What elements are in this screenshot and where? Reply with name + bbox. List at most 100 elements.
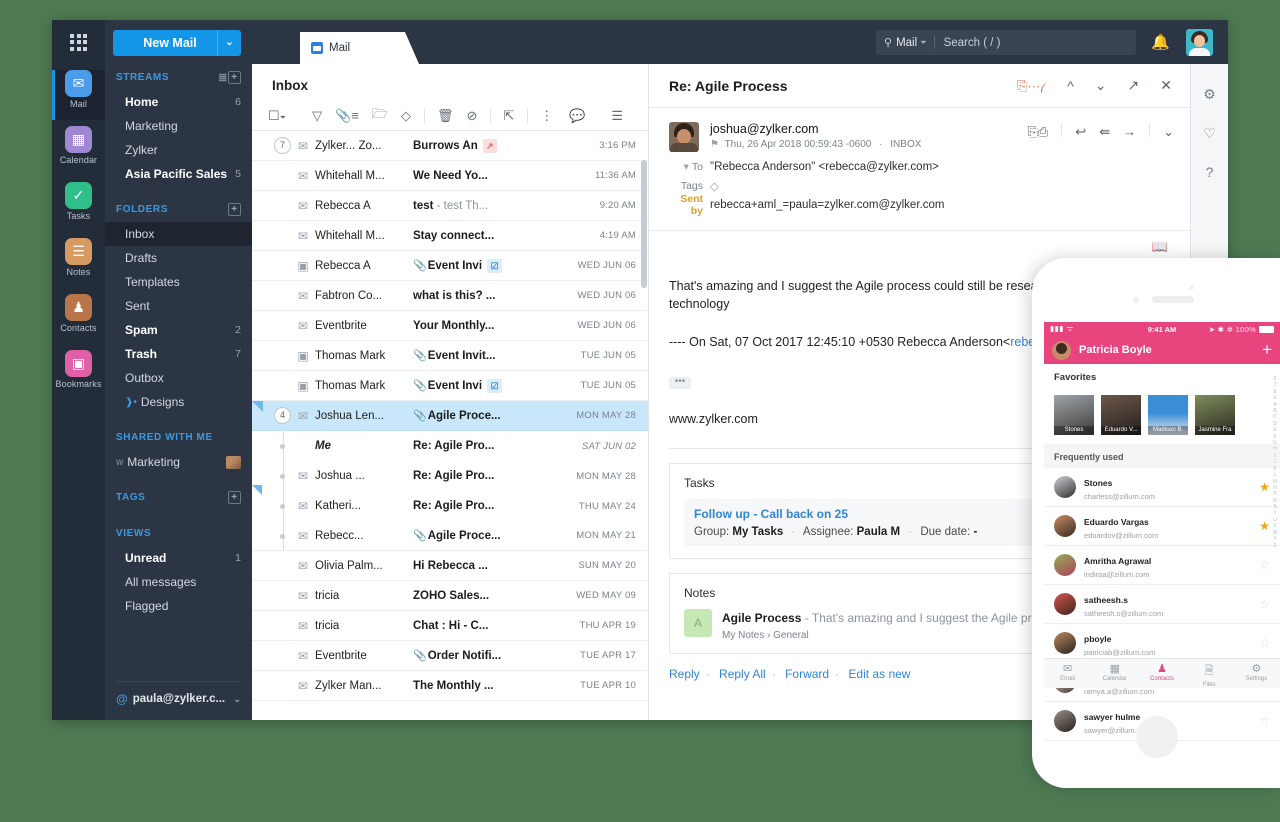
chevron-down-icon[interactable]: ⌄ bbox=[233, 694, 241, 705]
table-row[interactable]: ✉ tricia ZOHO Sales... WED MAY 09 bbox=[252, 581, 648, 611]
sidebar-item-all-messages[interactable]: All messages bbox=[105, 570, 252, 594]
forward-button[interactable]: Forward bbox=[785, 667, 829, 681]
sidebar-item-sent[interactable]: Sent bbox=[105, 294, 252, 318]
rail-item-contacts[interactable]: ♟ Contacts bbox=[52, 294, 105, 344]
favorite-contact[interactable]: Madison B. bbox=[1148, 395, 1188, 435]
table-row[interactable]: ✉ tricia Chat : Hi - C... THU APR 19 bbox=[252, 611, 648, 641]
table-row[interactable]: ▣ Rebecca A 📎Event Invi ☑ WED JUN 06 bbox=[252, 251, 648, 281]
reply-all-button[interactable]: Reply All bbox=[719, 667, 766, 681]
sidebar-item-marketing[interactable]: Marketing bbox=[105, 114, 252, 138]
phone-tab-email[interactable]: ✉ Email bbox=[1044, 659, 1091, 688]
new-mail-button[interactable]: New Mail ⌄ bbox=[113, 30, 241, 56]
chevron-down-icon[interactable]: ⌄ bbox=[217, 30, 241, 56]
add-contact-button[interactable]: + bbox=[1262, 340, 1272, 360]
favorite-contact[interactable]: Jasmine Fra bbox=[1195, 395, 1235, 435]
table-row[interactable]: ✉ Whitehall M... We Need Yo... 11:36 AM bbox=[252, 161, 648, 191]
star-icon[interactable]: ☆ bbox=[1259, 714, 1270, 728]
block-icon[interactable]: ⊘ bbox=[466, 108, 477, 124]
chevron-down-icon[interactable]: ▾ bbox=[684, 161, 689, 173]
table-row[interactable]: ✉ Olivia Palm... Hi Rebecca ... SUN MAY … bbox=[252, 551, 648, 581]
star-icon[interactable]: ☆ bbox=[1259, 597, 1270, 611]
add-stream-button[interactable]: + bbox=[228, 70, 241, 84]
phone-tab-contacts[interactable]: ♟ Contacts bbox=[1138, 659, 1185, 688]
sidebar-item-unread[interactable]: Unread 1 bbox=[105, 546, 252, 570]
apps-grid-icon[interactable] bbox=[52, 20, 105, 64]
table-row[interactable]: ✉ Rebecca A test - test Th... 9:20 AM bbox=[252, 191, 648, 221]
archive-icon[interactable]: ⇱ bbox=[503, 108, 514, 124]
add-tag-button[interactable]: + bbox=[228, 490, 241, 504]
reading-mode-icon[interactable]: 📖 bbox=[649, 231, 1190, 259]
delete-icon[interactable]: 🗑 bbox=[437, 108, 454, 124]
avatar[interactable] bbox=[1052, 340, 1071, 360]
list-item[interactable]: Stones charless@zillum.com ★ bbox=[1044, 468, 1280, 507]
sidebar-item-spam[interactable]: Spam 2 bbox=[105, 318, 252, 342]
tag-icon[interactable]: ◇ bbox=[710, 179, 719, 193]
favorite-contact[interactable]: Eduardo V... bbox=[1101, 395, 1141, 435]
table-row[interactable]: ✉ Eventbrite Your Monthly... WED JUN 06 bbox=[252, 311, 648, 341]
add-contact-icon[interactable]: ⎘⎙ bbox=[1027, 124, 1048, 140]
star-icon[interactable]: ☆ bbox=[1259, 636, 1270, 650]
sidebar-item-templates[interactable]: Templates bbox=[105, 270, 252, 294]
next-icon[interactable]: ⌄ bbox=[1095, 77, 1107, 94]
rail-item-bookmarks[interactable]: ▣ Bookmarks bbox=[52, 350, 105, 400]
rail-item-mail[interactable]: ✉ Mail bbox=[52, 70, 105, 120]
flag-icon[interactable]: ⚑ bbox=[710, 139, 719, 150]
alphabet-index[interactable]: 6789ABCDEFGHIJKLMNPRSTUVWYZ bbox=[1271, 376, 1279, 549]
move-to-folder-icon[interactable]: 🗁 bbox=[372, 105, 388, 127]
add-folder-button[interactable]: + bbox=[228, 202, 241, 216]
sidebar-item-home[interactable]: Home 6 bbox=[105, 90, 252, 114]
previous-icon[interactable]: ^ bbox=[1067, 78, 1074, 94]
account-switcher[interactable]: @ paula@zylker.c... ⌄ bbox=[116, 681, 241, 706]
table-row[interactable]: 7 ✉ Zylker... Zo... Burrows An ↗ 3:16 PM bbox=[252, 131, 648, 161]
sidebar-item-asia-pacific-sales[interactable]: Asia Pacific Sales 5 bbox=[105, 162, 252, 186]
table-row[interactable]: ✉ Whitehall M... Stay connect... 4:19 AM bbox=[252, 221, 648, 251]
chevron-down-icon[interactable]: ⌄ bbox=[1163, 124, 1174, 140]
table-row-selected[interactable]: 4 ✉ Joshua Len... 📎Agile Proce... MON MA… bbox=[252, 401, 648, 431]
sidebar-item-inbox[interactable]: Inbox bbox=[105, 222, 252, 246]
table-row[interactable]: Me Re: Agile Pro... SAT JUN 02 bbox=[252, 431, 648, 461]
table-row[interactable]: ▣ Thomas Mark 📎Event Invi ☑ TUE JUN 05 bbox=[252, 371, 648, 401]
attachment-sort-icon[interactable]: 📎≡ bbox=[335, 108, 359, 124]
business-card-icon[interactable]: ⎘⋯⎛ bbox=[1017, 78, 1046, 94]
table-row[interactable]: ▣ Thomas Mark 📎Event Invit... TUE JUN 05 bbox=[252, 341, 648, 371]
edit-as-new-button[interactable]: Edit as new bbox=[848, 667, 910, 681]
popout-icon[interactable]: ↗ bbox=[1128, 77, 1140, 94]
home-button[interactable] bbox=[1136, 716, 1178, 758]
forward-icon[interactable]: → bbox=[1123, 124, 1136, 140]
help-icon[interactable]: ? bbox=[1191, 164, 1228, 180]
sidebar-item-flagged[interactable]: Flagged bbox=[105, 594, 252, 618]
phone-tab-settings[interactable]: ⚙ Settings bbox=[1233, 659, 1280, 688]
sidebar-item-trash[interactable]: Trash 7 bbox=[105, 342, 252, 366]
more-options-icon[interactable]: ⋮ bbox=[540, 108, 553, 124]
list-item[interactable]: Amritha Agrawal indiraa@zillum.com ☆ bbox=[1044, 546, 1280, 585]
table-row[interactable]: ✉ Rebecc... 📎Agile Proce... MON MAY 21 bbox=[252, 521, 648, 551]
sidebar-item-outbox[interactable]: Outbox bbox=[105, 366, 252, 390]
list-item[interactable]: Eduardo Vargas eduardov@zillum.com ★ bbox=[1044, 507, 1280, 546]
reply-icon[interactable]: ↩ bbox=[1075, 124, 1086, 140]
table-row[interactable]: ✉ Zylker Man... The Monthly ... TUE APR … bbox=[252, 671, 648, 701]
reply-all-icon[interactable]: ⇚ bbox=[1099, 124, 1110, 140]
heart-icon[interactable]: ♡ bbox=[1191, 125, 1228, 142]
reply-button[interactable]: Reply bbox=[669, 667, 700, 681]
sidebar-item-designs[interactable]: ❱• Designs bbox=[105, 390, 252, 414]
expand-quote-button[interactable]: ••• bbox=[669, 377, 691, 390]
tag-icon[interactable]: ◇ bbox=[401, 108, 411, 124]
table-row[interactable]: ✉ Fabtron Co... what is this? ... WED JU… bbox=[252, 281, 648, 311]
star-icon[interactable]: ★ bbox=[1259, 480, 1270, 494]
table-row[interactable]: ✉ Joshua ... Re: Agile Pro... MON MAY 28 bbox=[252, 461, 648, 491]
table-row[interactable]: ✉ Katheri... Re: Agile Pro... THU MAY 24 bbox=[252, 491, 648, 521]
rail-item-tasks[interactable]: ✓ Tasks bbox=[52, 182, 105, 232]
star-icon[interactable]: ★ bbox=[1259, 519, 1270, 533]
view-options-icon[interactable]: ☰ bbox=[611, 108, 623, 124]
select-all-checkbox[interactable]: ☐⏷ bbox=[268, 108, 299, 124]
sidebar-item-drafts[interactable]: Drafts bbox=[105, 246, 252, 270]
rail-item-notes[interactable]: ☰ Notes bbox=[52, 238, 105, 288]
star-icon[interactable]: ☆ bbox=[1259, 558, 1270, 572]
stream-filter-icon[interactable]: ≣ bbox=[218, 71, 228, 84]
list-scrollbar[interactable] bbox=[641, 160, 647, 288]
sidebar-item-zylker[interactable]: Zylker bbox=[105, 138, 252, 162]
phone-tab-calendar[interactable]: ▦ Calendar bbox=[1091, 659, 1138, 688]
list-item[interactable]: satheesh.s satheesh.s@zillum.com ☆ bbox=[1044, 585, 1280, 624]
close-icon[interactable]: ✕ bbox=[1160, 77, 1172, 94]
tab-mail[interactable]: Mail bbox=[300, 32, 419, 64]
